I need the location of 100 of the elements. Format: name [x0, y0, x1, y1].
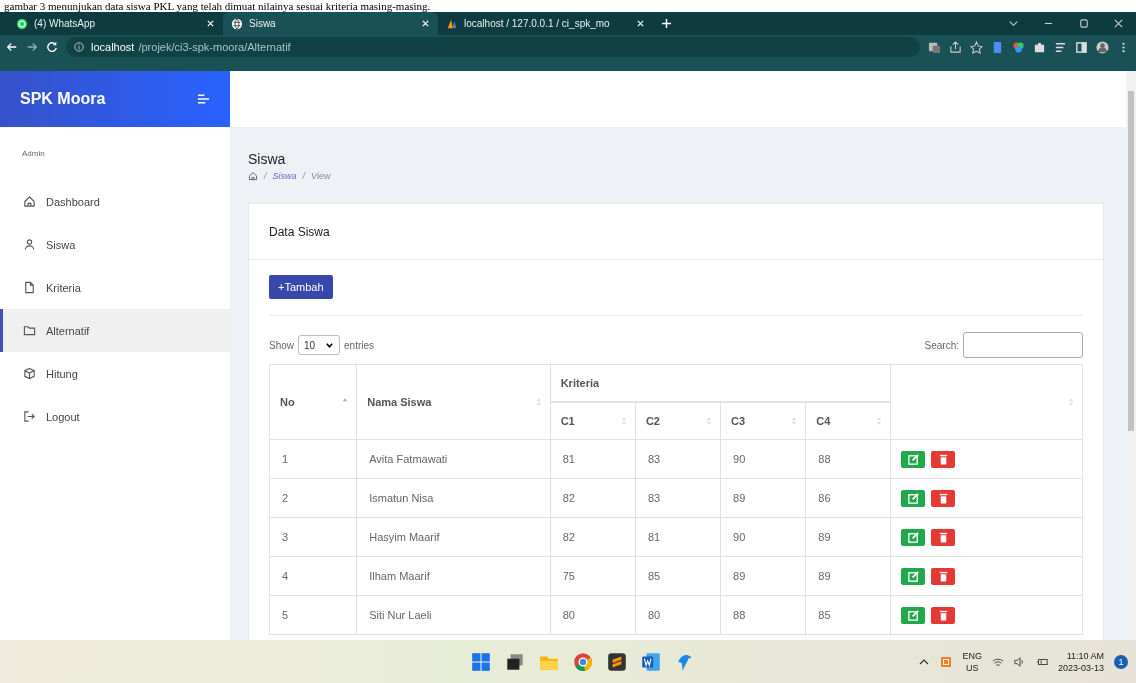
table-cell: 90	[720, 517, 806, 557]
table-cell: 85	[805, 595, 891, 635]
document-caption: gambar 3 menunjukan data siswa PKL yang telah dimuat nilainya sesuai kriteria masing-masing.	[3, 0, 432, 12]
sidebar-icon[interactable]	[1075, 40, 1088, 54]
table-cell: 83	[635, 439, 721, 479]
column-header[interactable]: C3	[720, 402, 806, 440]
sidebar-item[interactable]: Alternatif	[0, 309, 230, 352]
page-size-select[interactable]: 10	[298, 335, 340, 355]
trash-icon	[937, 608, 950, 622]
table-cell: 89	[720, 556, 806, 596]
table-cell: 89	[720, 478, 806, 518]
pencil-icon	[907, 530, 920, 544]
edit-button[interactable]	[901, 567, 926, 585]
home-icon[interactable]	[248, 171, 258, 181]
forward-arrow-icon[interactable]	[26, 41, 38, 53]
back-arrow-icon[interactable]	[6, 41, 18, 53]
delete-button[interactable]	[931, 606, 956, 624]
chevron-down-icon[interactable]	[1008, 18, 1019, 29]
menu-icon[interactable]	[197, 93, 210, 105]
table-cell: 1	[269, 439, 357, 479]
table-cell: 86	[805, 478, 891, 518]
table-cell: 2	[269, 478, 357, 518]
sidebar-item[interactable]: Kriteria	[0, 266, 230, 309]
breadcrumb-separator: /	[302, 171, 306, 181]
table-cell: Avita Fatmawati	[356, 439, 551, 479]
language-indicator[interactable]: ENG US	[962, 649, 982, 674]
scrollbar[interactable]	[1126, 71, 1136, 640]
cube-icon	[23, 367, 36, 380]
trash-icon	[937, 569, 950, 583]
table-cell: 90	[720, 439, 806, 479]
search-field[interactable]	[963, 332, 1083, 358]
new-tab-icon[interactable]	[661, 18, 672, 29]
edit-button[interactable]	[901, 606, 926, 624]
file-icon	[23, 281, 36, 294]
speaker-icon[interactable]	[1013, 655, 1026, 668]
sidebar-item[interactable]: Dashboard	[0, 180, 230, 223]
card-title: Data Siswa	[249, 204, 1103, 260]
trash-icon	[937, 452, 950, 466]
address-bar[interactable]: localhost /projek/ci3-spk-moora/Alternatif	[66, 37, 920, 57]
document-icon[interactable]	[991, 40, 1004, 54]
word-icon[interactable]	[640, 650, 662, 673]
show-label: Show	[269, 339, 294, 351]
close-icon[interactable]	[1113, 18, 1124, 29]
edit-button[interactable]	[901, 528, 926, 546]
table-cell: 3	[269, 517, 357, 557]
edit-button[interactable]	[901, 450, 926, 468]
restore-icon[interactable]	[1078, 18, 1089, 29]
column-header[interactable]: C2	[635, 402, 721, 440]
column-header[interactable]: Nama Siswa	[356, 364, 551, 440]
user-icon	[23, 238, 36, 251]
trash-icon	[937, 491, 950, 505]
clock[interactable]: 11:10 AM 2023-03-13	[1057, 649, 1104, 674]
sidebar-item[interactable]: Hitung	[0, 352, 230, 395]
column-header[interactable]: C1	[550, 402, 636, 440]
avatar-icon[interactable]	[1096, 40, 1109, 54]
delete-button[interactable]	[931, 567, 956, 585]
table-cell: 85	[635, 556, 721, 596]
breadcrumb-item: View	[311, 171, 331, 181]
section-label: Admin	[21, 148, 46, 160]
table-cell: 5	[269, 595, 357, 635]
app-tray-icon[interactable]	[940, 655, 953, 668]
notification-badge[interactable]: 1	[1114, 654, 1128, 669]
table-cell: 89	[805, 517, 891, 557]
delete-button[interactable]	[931, 489, 956, 507]
editor-icon[interactable]	[606, 650, 628, 673]
browser-tab[interactable]: (4) WhatsApp	[8, 12, 223, 35]
browser-tab[interactable]: Siswa	[223, 12, 438, 35]
windows-start-icon[interactable]	[470, 650, 492, 673]
delete-button[interactable]	[931, 450, 956, 468]
table-cell: 75	[550, 556, 636, 596]
column-header[interactable]: No	[269, 364, 357, 440]
search-label: Search:	[924, 339, 959, 351]
logout-icon	[23, 410, 36, 423]
star-icon[interactable]	[970, 40, 983, 54]
list-icon[interactable]	[1054, 40, 1067, 54]
pencil-icon	[907, 491, 920, 505]
scrollbar-thumb[interactable]	[1128, 91, 1134, 431]
table-cell: Hasyim Maarif	[356, 517, 551, 557]
pencil-icon	[907, 569, 920, 583]
add-button[interactable]: +Tambah	[269, 275, 333, 299]
table-cell: 82	[550, 478, 636, 518]
breadcrumb-item[interactable]: Siswa	[272, 171, 297, 181]
sidebar-item[interactable]: Logout	[0, 395, 230, 438]
trash-icon	[937, 530, 950, 544]
sidebar-item[interactable]: Siswa	[0, 223, 230, 266]
table-cell: 81	[635, 517, 721, 557]
table-cell: 88	[720, 595, 806, 635]
entries-label: entries	[344, 339, 375, 351]
edit-button[interactable]	[901, 489, 926, 507]
delete-button[interactable]	[931, 528, 956, 546]
browser-icon[interactable]	[572, 650, 594, 673]
color-wheel-icon[interactable]	[1012, 40, 1025, 54]
globe-icon	[231, 17, 243, 30]
share-icon[interactable]	[949, 40, 962, 54]
browser-tab[interactable]: localhost / 127.0.0.1 / ci_spk_mo	[438, 12, 653, 35]
home-icon	[23, 195, 36, 208]
table-cell: 81	[550, 439, 636, 479]
breadcrumb-separator: /	[264, 171, 267, 181]
reload-icon[interactable]	[46, 41, 58, 53]
table-cell: 88	[805, 439, 891, 479]
